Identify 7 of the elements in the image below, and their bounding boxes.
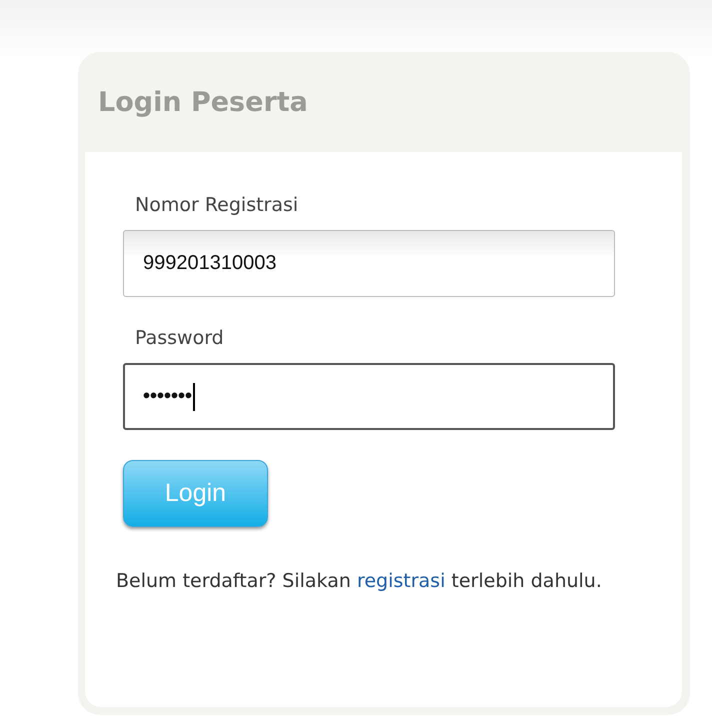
input-field[interactable]: ••••••• [123, 363, 615, 430]
register-note: Belum terdaftar? Silakan registrasi terlebih dahulu. [116, 569, 603, 594]
register-link[interactable]: registrasi [356, 570, 446, 592]
field-label: Password [135, 327, 225, 349]
panel-title: Login Peserta [98, 86, 308, 118]
input-field[interactable]: 999201310003 [123, 230, 615, 297]
field-label: Nomor Registrasi [135, 194, 300, 216]
